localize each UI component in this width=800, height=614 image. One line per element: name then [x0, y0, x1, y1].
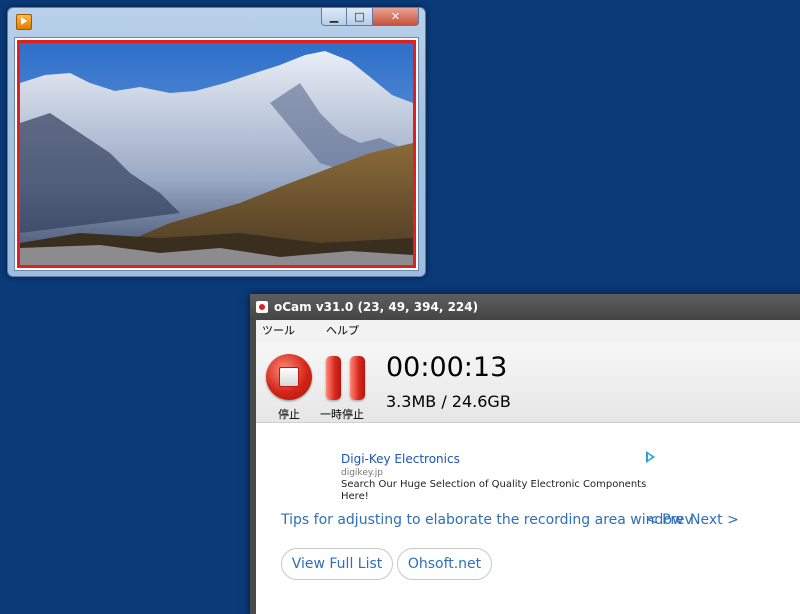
maximize-button[interactable]: □	[347, 8, 373, 26]
view-full-list-button[interactable]: View Full List	[281, 548, 393, 580]
stop-button[interactable]	[266, 354, 312, 400]
prev-link[interactable]: < Prev	[646, 512, 693, 528]
recording-area-border[interactable]	[17, 40, 416, 268]
ocam-title-bar[interactable]: oCam v31.0 (23, 49, 394, 224)	[250, 294, 800, 320]
ad-description: Search Our Huge Selection of Quality Ele…	[341, 479, 647, 502]
menu-tools[interactable]: ツール	[262, 320, 295, 342]
pause-icon-bar	[350, 356, 365, 400]
pause-button[interactable]	[326, 356, 366, 400]
stop-icon	[279, 367, 299, 387]
ad-title-link[interactable]: Digi-Key Electronics	[341, 452, 460, 466]
next-link[interactable]: Next >	[690, 512, 739, 528]
pause-label: 一時停止	[320, 408, 364, 421]
adchoices-icon[interactable]	[646, 451, 655, 463]
caption-buttons: ▁ □ ✕	[321, 8, 419, 26]
ad-domain: digikey.jp	[341, 468, 383, 478]
video-area	[14, 37, 419, 271]
recording-timer: 00:00:13	[386, 352, 508, 383]
pause-icon	[326, 356, 341, 400]
stop-label: 停止	[278, 408, 300, 421]
menu-help[interactable]: ヘルプ	[326, 320, 359, 342]
ocam-window[interactable]: oCam v31.0 (23, 49, 394, 224) ツール ヘルプ 停止…	[250, 294, 800, 614]
close-button[interactable]: ✕	[373, 8, 419, 26]
minimize-button[interactable]: ▁	[321, 8, 347, 26]
menu-bar: ツール ヘルプ	[256, 320, 800, 342]
ocam-body: ツール ヘルプ 停止 一時停止 00:00:13 3.3MB / 24.6GB …	[256, 320, 800, 614]
mountain-video-frame	[20, 43, 413, 265]
player-window[interactable]: ▁ □ ✕	[7, 7, 426, 277]
ohsoft-button[interactable]: Ohsoft.net	[397, 548, 492, 580]
recording-size: 3.3MB / 24.6GB	[386, 392, 511, 411]
play-icon	[16, 14, 32, 30]
toolbar: 停止 一時停止 00:00:13 3.3MB / 24.6GB	[256, 342, 800, 423]
tips-link[interactable]: Tips for adjusting to elaborate the reco…	[281, 512, 683, 528]
window-title: oCam v31.0 (23, 49, 394, 224)	[274, 300, 479, 314]
ocam-app-icon	[256, 301, 268, 313]
